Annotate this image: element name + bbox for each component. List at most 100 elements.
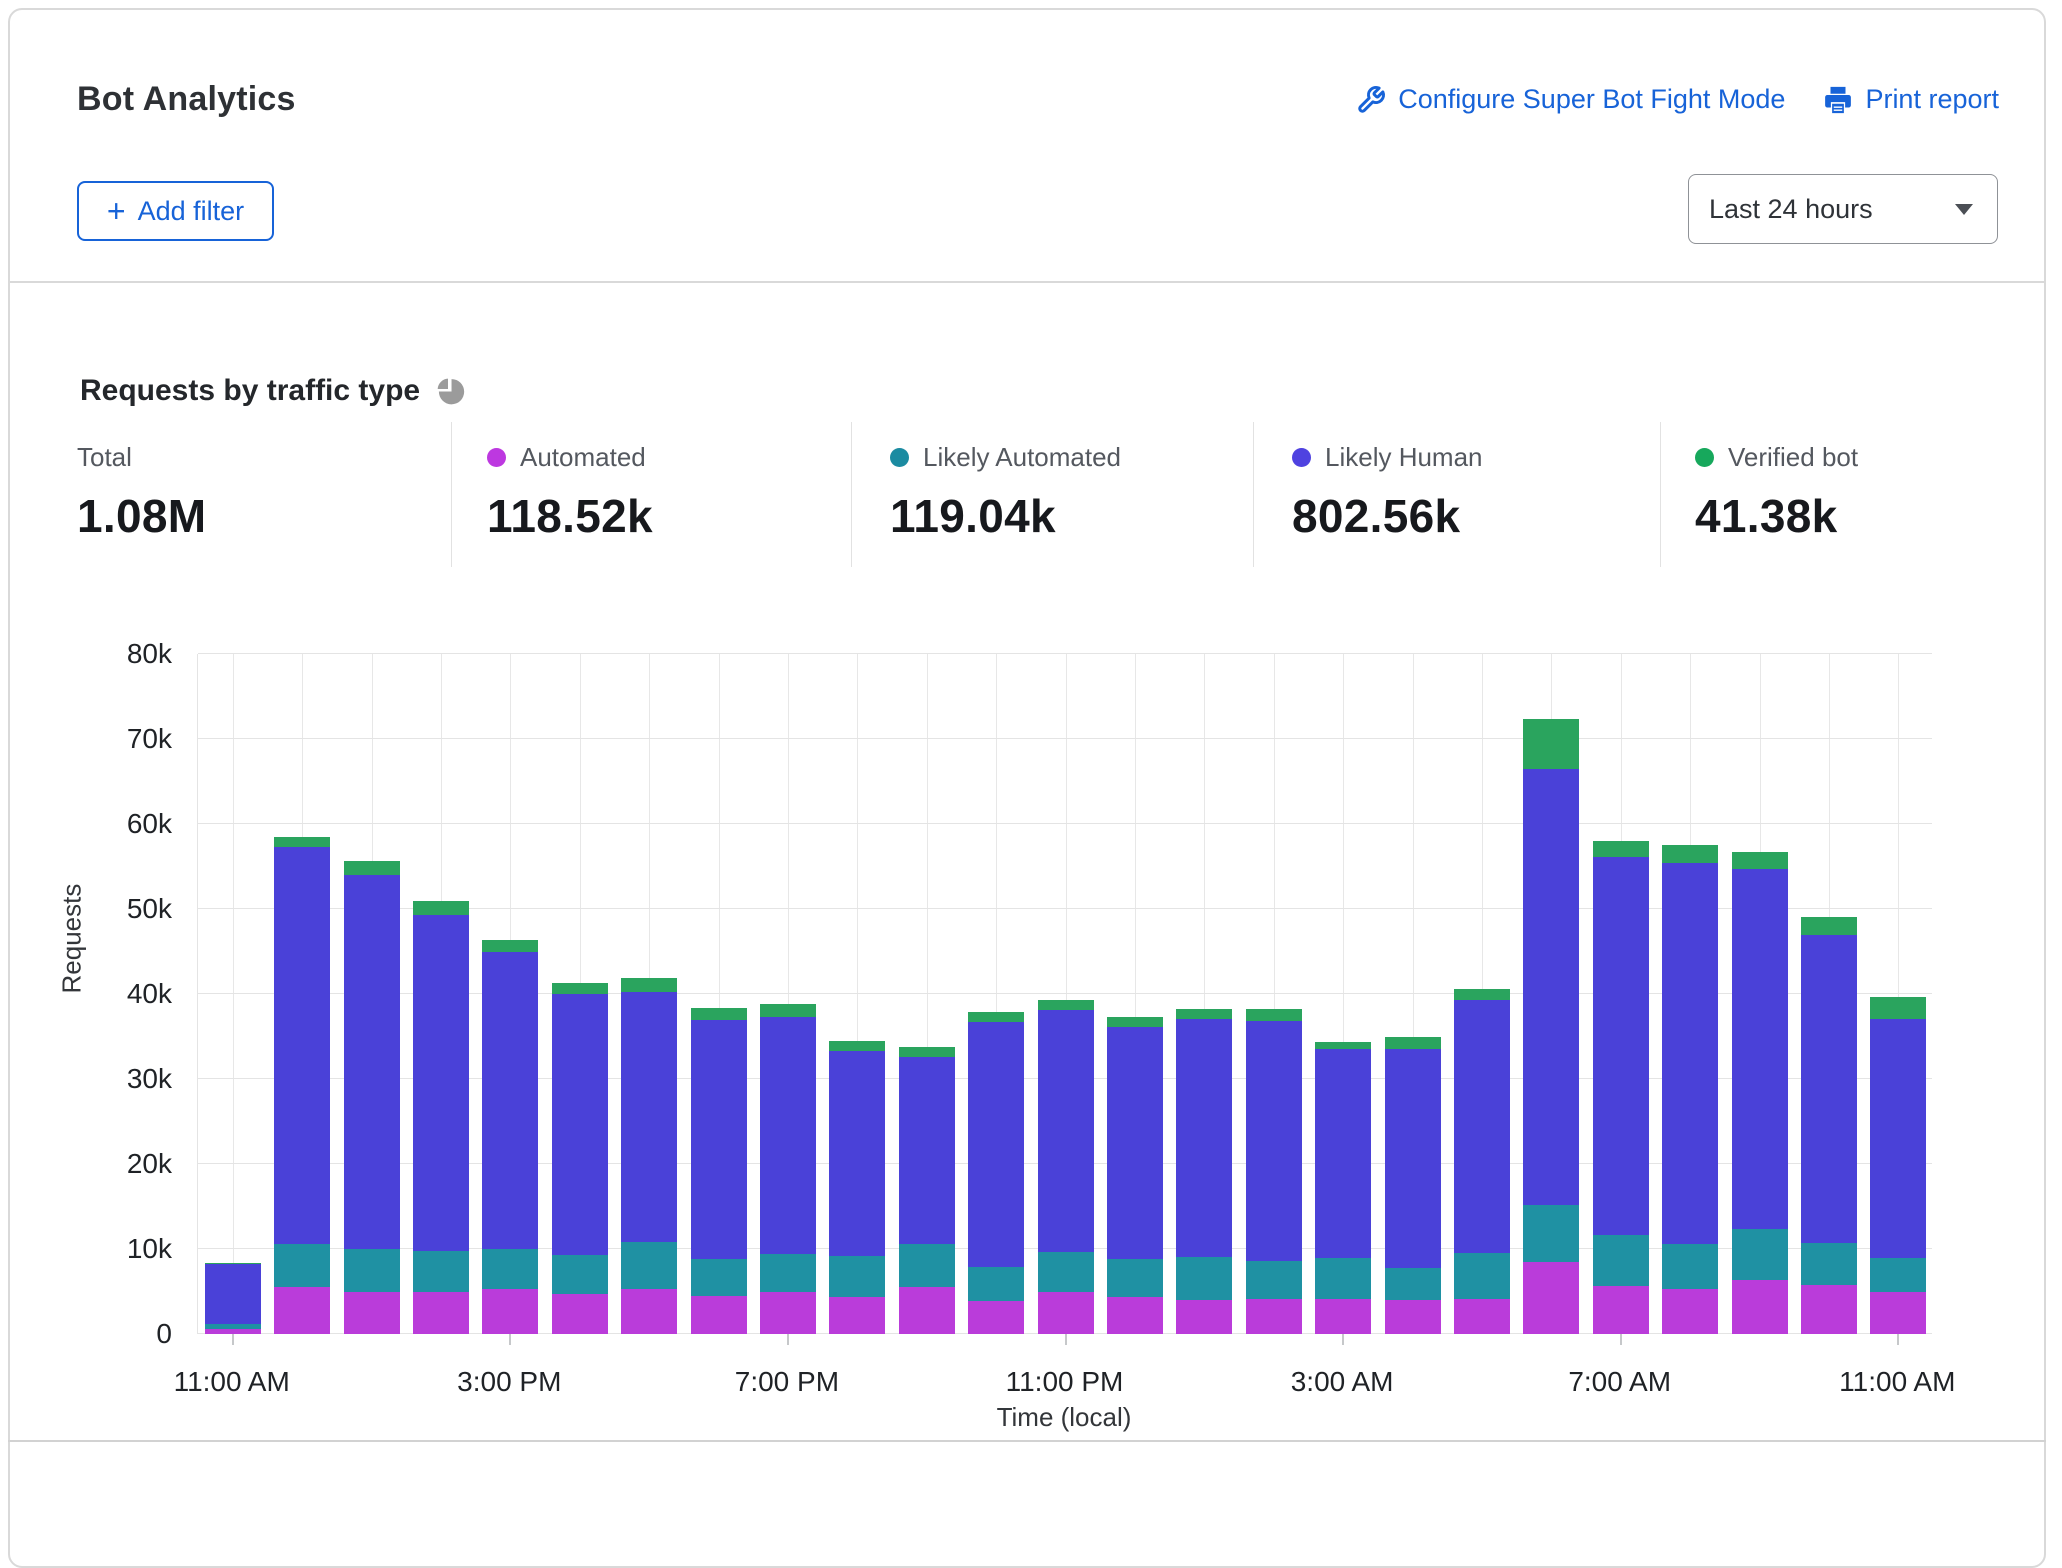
stat-value: 118.52k	[487, 489, 847, 543]
time-range-select[interactable]: Last 24 hours	[1688, 174, 1998, 244]
bar-500am[interactable]	[1454, 989, 1510, 1334]
x-tick-label: 11:00 PM	[1006, 1366, 1124, 1398]
segment-automated	[344, 1292, 400, 1334]
configure-super-bot-fight-mode-link[interactable]: Configure Super Bot Fight Mode	[1356, 84, 1785, 115]
segment-verified-bot	[274, 837, 330, 847]
page-title: Bot Analytics	[77, 80, 296, 119]
x-axis-title: Time (local)	[997, 1402, 1132, 1433]
segment-likely-automated	[1315, 1258, 1371, 1299]
bar-600am[interactable]	[1523, 719, 1579, 1334]
bar-800pm[interactable]	[829, 1041, 885, 1334]
segment-likely-automated	[968, 1267, 1024, 1301]
y-tick-label: 0	[40, 1318, 172, 1350]
bar-1200pm[interactable]	[274, 837, 330, 1334]
segment-likely-human	[1315, 1049, 1371, 1258]
segment-likely-automated	[1176, 1257, 1232, 1300]
segment-likely-human	[344, 875, 400, 1249]
bar-1000am[interactable]	[1801, 917, 1857, 1334]
segment-automated	[1038, 1292, 1094, 1334]
segment-automated	[899, 1287, 955, 1334]
segment-automated	[1107, 1297, 1163, 1334]
segment-automated	[1246, 1299, 1302, 1334]
segment-verified-bot	[482, 940, 538, 952]
segment-likely-automated	[1454, 1253, 1510, 1299]
segment-likely-human	[1176, 1019, 1232, 1257]
vertical-gridline	[233, 654, 234, 1334]
x-tick-mark	[1897, 1334, 1899, 1345]
bar-600pm[interactable]	[691, 1008, 747, 1334]
time-range-value: Last 24 hours	[1709, 194, 1873, 225]
segment-likely-human	[552, 994, 608, 1255]
segment-automated	[274, 1287, 330, 1334]
segment-automated	[760, 1292, 816, 1334]
bar-200am[interactable]	[1246, 1009, 1302, 1334]
segment-likely-automated	[829, 1256, 885, 1297]
horizontal-gridline	[198, 823, 1932, 824]
stat-value: 1.08M	[77, 489, 437, 543]
stat-automated: Automated 118.52k	[487, 442, 847, 543]
segment-verified-bot	[1107, 1017, 1163, 1027]
segment-likely-automated	[1801, 1243, 1857, 1285]
stat-divider	[1660, 422, 1661, 567]
segment-verified-bot	[829, 1041, 885, 1051]
x-tick-mark	[1620, 1334, 1622, 1345]
segment-likely-human	[1593, 857, 1649, 1235]
segment-automated	[621, 1289, 677, 1334]
segment-likely-human	[1107, 1027, 1163, 1259]
bar-200pm[interactable]	[413, 901, 469, 1334]
section-bottom-divider	[8, 1440, 2046, 1442]
segment-likely-human	[413, 915, 469, 1251]
segment-likely-automated	[760, 1254, 816, 1292]
segment-likely-automated	[899, 1244, 955, 1287]
segment-automated	[1662, 1289, 1718, 1334]
bar-100am[interactable]	[1176, 1009, 1232, 1334]
bar-1200am[interactable]	[1107, 1017, 1163, 1334]
segment-verified-bot	[691, 1008, 747, 1020]
horizontal-gridline	[198, 738, 1932, 739]
segment-verified-bot	[899, 1047, 955, 1057]
segment-likely-automated	[1523, 1205, 1579, 1262]
stat-value: 119.04k	[890, 489, 1250, 543]
bot-analytics-card: Bot Analytics Configure Super Bot Fight …	[8, 8, 2046, 1568]
stat-total: Total 1.08M	[77, 442, 437, 543]
chevron-down-icon	[1955, 204, 1973, 215]
bar-1100am[interactable]	[1870, 997, 1926, 1334]
bar-700am[interactable]	[1593, 841, 1649, 1334]
stat-likely-human: Likely Human 802.56k	[1292, 442, 1652, 543]
segment-automated	[1176, 1300, 1232, 1334]
bar-300pm[interactable]	[482, 940, 538, 1334]
stat-divider	[451, 422, 452, 567]
bar-400pm[interactable]	[552, 983, 608, 1334]
bar-500pm[interactable]	[621, 978, 677, 1334]
bar-400am[interactable]	[1385, 1037, 1441, 1334]
segment-likely-human	[829, 1051, 885, 1256]
segment-verified-bot	[1315, 1042, 1371, 1050]
bar-700pm[interactable]	[760, 1004, 816, 1334]
segment-automated	[1593, 1286, 1649, 1334]
bar-1000pm[interactable]	[968, 1012, 1024, 1334]
plot-area	[197, 654, 1932, 1334]
x-tick-mark	[1065, 1334, 1067, 1345]
stat-likely-automated: Likely Automated 119.04k	[890, 442, 1250, 543]
bar-800am[interactable]	[1662, 845, 1718, 1334]
bar-1100pm[interactable]	[1038, 1000, 1094, 1334]
segment-automated	[1732, 1280, 1788, 1334]
bar-900pm[interactable]	[899, 1047, 955, 1334]
segment-verified-bot	[1454, 989, 1510, 1000]
print-report-link[interactable]: Print report	[1823, 84, 1999, 115]
bar-100pm[interactable]	[344, 861, 400, 1334]
segment-likely-human	[482, 952, 538, 1250]
y-tick-label: 60k	[40, 808, 172, 840]
segment-verified-bot	[760, 1004, 816, 1017]
bar-900am[interactable]	[1732, 852, 1788, 1334]
x-tick-mark	[1342, 1334, 1344, 1345]
stat-verified-bot: Verified bot 41.38k	[1695, 442, 2055, 543]
segment-verified-bot	[413, 901, 469, 915]
segment-likely-human	[760, 1017, 816, 1254]
bar-1100am[interactable]	[205, 1263, 261, 1334]
y-tick-label: 40k	[40, 978, 172, 1010]
bar-300am[interactable]	[1315, 1042, 1371, 1334]
add-filter-button[interactable]: + Add filter	[77, 181, 274, 241]
segment-verified-bot	[344, 861, 400, 875]
plus-icon: +	[107, 197, 126, 225]
